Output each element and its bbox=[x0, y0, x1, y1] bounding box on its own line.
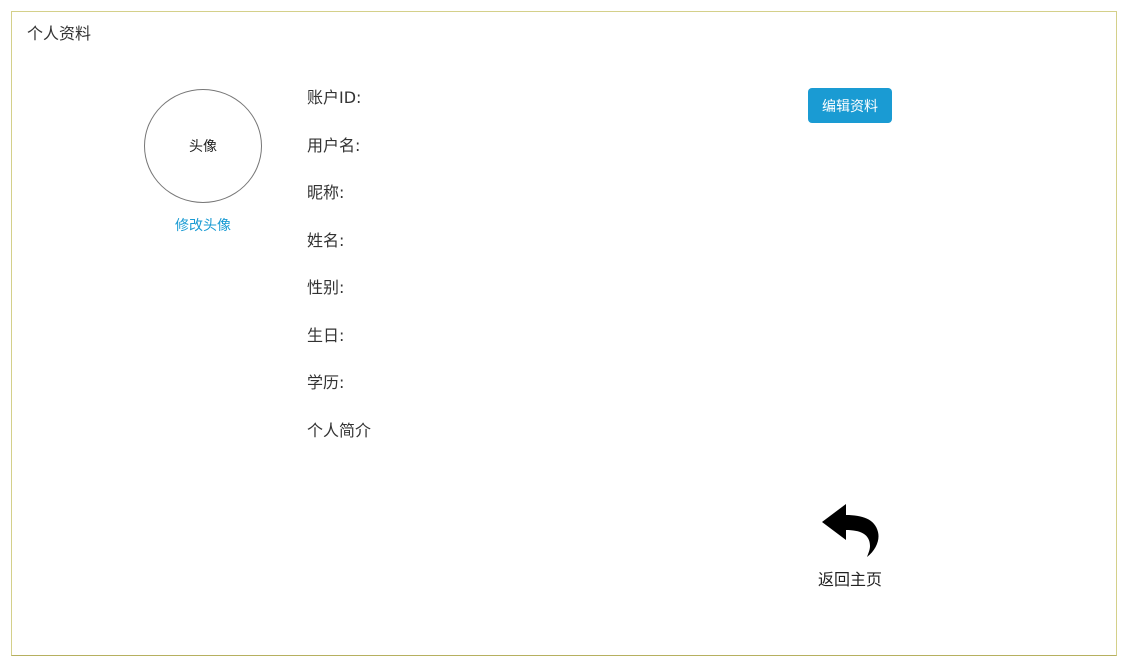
field-bio: 个人简介 bbox=[307, 420, 372, 440]
back-home-label: 返回主页 bbox=[817, 570, 882, 589]
change-avatar-link[interactable]: 修改头像 bbox=[144, 215, 262, 235]
edit-profile-button[interactable]: 编辑资料 bbox=[808, 88, 892, 123]
field-education: 学历: bbox=[307, 373, 345, 392]
back-home-button[interactable]: 返回主页 bbox=[808, 502, 892, 590]
profile-panel: 个人资料 头像 修改头像 账户ID: 用户名: 昵称: 姓名: 性别: 生日: … bbox=[11, 11, 1117, 656]
field-gender: 性别: bbox=[307, 278, 345, 297]
avatar: 头像 bbox=[144, 89, 262, 203]
page-title: 个人资料 bbox=[27, 24, 92, 43]
field-birthday: 生日: bbox=[307, 325, 345, 345]
field-name: 姓名: bbox=[307, 230, 345, 250]
field-nickname: 昵称: bbox=[307, 183, 345, 202]
reply-arrow-icon bbox=[822, 504, 879, 557]
profile-field-list: 账户ID: 用户名: 昵称: 姓名: 性别: 生日: 学历: 个人简介 bbox=[307, 87, 371, 467]
field-username: 用户名: bbox=[307, 135, 361, 155]
avatar-placeholder-text: 头像 bbox=[189, 139, 217, 155]
field-account-id: 账户ID: bbox=[307, 88, 362, 107]
